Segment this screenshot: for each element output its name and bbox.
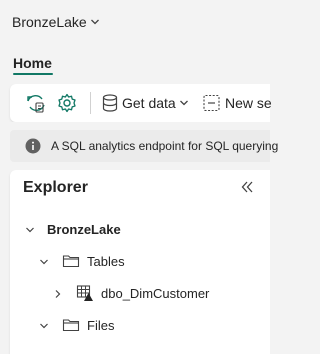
tab-home[interactable]: Home [13,55,52,71]
chevron-down-icon[interactable] [39,257,49,267]
chevron-down-icon[interactable] [25,225,35,235]
new-button[interactable]: New se [225,95,272,111]
tree-item-bronzelake[interactable]: BronzeLake [47,222,121,237]
chevron-down-icon[interactable] [90,17,100,27]
info-icon [25,138,41,154]
new-item-icon[interactable] [201,92,223,114]
table-delta-icon [76,285,93,301]
database-icon[interactable] [99,92,121,114]
tab-selected-indicator [13,73,53,75]
collapse-pane-icon[interactable] [240,180,254,194]
chevron-right-icon[interactable] [53,289,63,299]
tree-item-dbo-dimcustomer[interactable]: dbo_DimCustomer [101,286,209,301]
banner-message: A SQL analytics endpoint for SQL queryin… [51,139,279,153]
refresh-icon[interactable] [25,92,47,114]
folder-icon [62,319,80,332]
folder-icon [62,255,80,268]
chevron-down-icon[interactable] [179,98,189,108]
tree-item-files[interactable]: Files [87,318,114,333]
explorer-panel [10,170,270,354]
explorer-title: Explorer [23,179,88,196]
chevron-down-icon[interactable] [39,321,49,331]
settings-icon[interactable] [56,92,78,114]
get-data-button[interactable]: Get data [122,95,176,111]
app-title[interactable]: BronzeLake [12,14,87,30]
toolbar-separator [90,92,91,114]
tree-item-tables[interactable]: Tables [87,254,125,269]
